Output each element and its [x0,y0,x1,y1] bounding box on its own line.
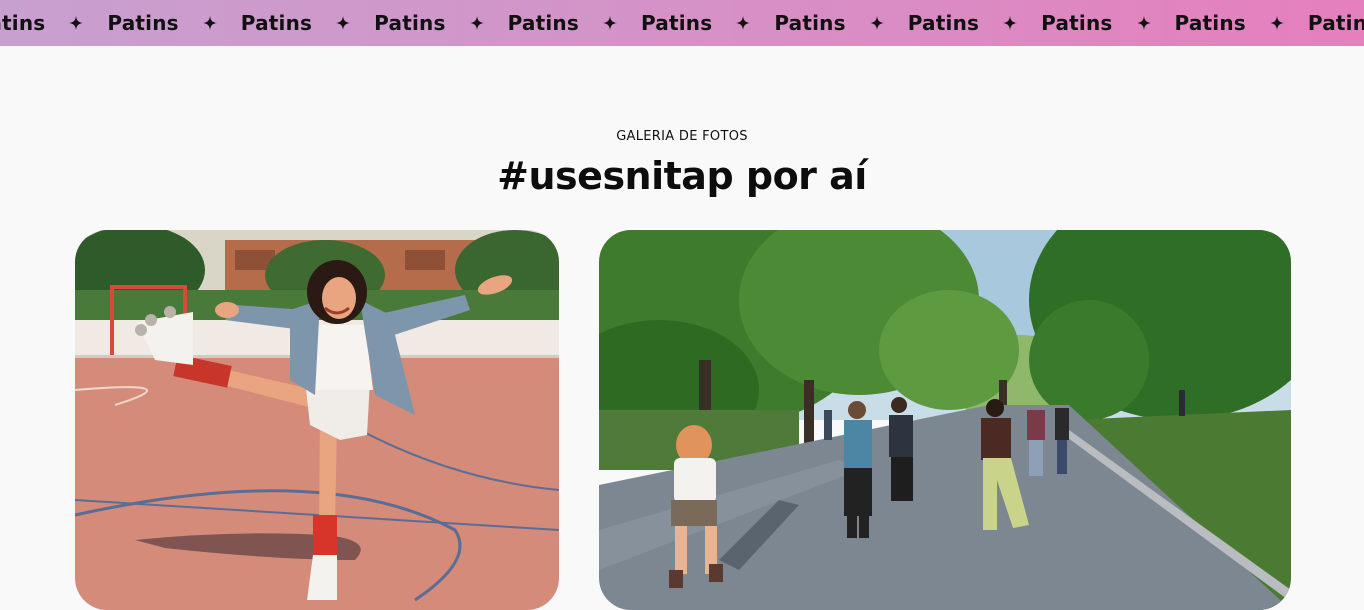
sparkle-icon [469,16,484,30]
marquee-banner: Patins Patins Patins Patins Patins Patins Pati… [0,0,1364,46]
gallery-eyebrow: GALERIA DE FOTOS [616,129,748,144]
marquee-item: Patins [0,0,107,46]
marquee-item: Patins [1308,0,1364,46]
marquee-word: Patins [374,11,446,35]
sparkle-icon [736,16,751,30]
marquee-item: Patins [641,0,774,46]
marquee-word: Patins [240,11,313,35]
marquee-track: Patins Patins Patins Patins Patins Patins Pati… [0,0,1364,46]
sparkle-icon [336,16,351,30]
photo-woman-roller-skating-court[interactable] [75,230,559,610]
photo-group-skating-park-path[interactable] [599,230,1291,610]
sparkle-icon [869,16,884,30]
marquee-item: Patins [774,0,907,46]
sparkle-icon [1136,16,1151,30]
sparkle-icon [602,16,617,30]
marquee-item: Patins [241,0,374,46]
marquee-item: Patins [908,0,1041,46]
marquee-item: Patins [508,0,641,46]
marquee-word: Patins [640,11,713,35]
sparkle-icon [69,16,84,30]
marquee-word: Patins [907,11,980,35]
gallery-title: #usesnitap por aí [497,154,867,198]
marquee-item: Patins [374,0,507,46]
gallery-header: GALERIA DE FOTOS #usesnitap por aí [0,128,1364,198]
marquee-word: Patins [774,11,846,35]
sparkle-icon [1003,16,1018,30]
marquee-word: Patins [1041,11,1113,35]
marquee-item: Patins [107,0,240,46]
marquee-word: Patins [507,11,579,35]
sparkle-icon [202,16,217,30]
marquee-word: Patins [1307,11,1364,35]
marquee-word: Patins [1174,11,1246,35]
sparkle-icon [1269,16,1284,30]
marquee-word: Patins [107,11,179,35]
marquee-item: Patins [1041,0,1174,46]
marquee-word: Patins [0,11,46,35]
marquee-item: Patins [1175,0,1308,46]
